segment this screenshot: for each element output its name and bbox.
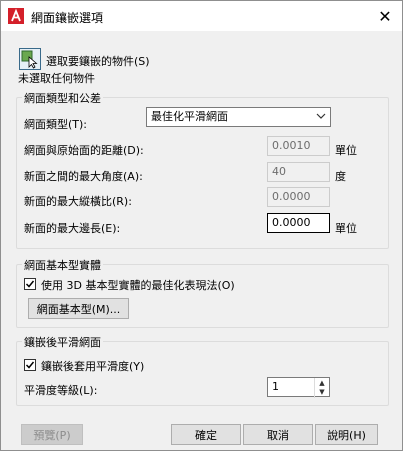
- mesh-type-group-title: 網面類型和公差: [22, 90, 103, 106]
- angle-label: 新面之間的最大角度(A):: [24, 170, 143, 183]
- select-objects-label[interactable]: 選取要鑲嵌的物件(S): [46, 53, 150, 69]
- select-objects-button[interactable]: [19, 48, 41, 70]
- mesh-tessellation-dialog: 網面鑲嵌選項 ✕ 選取要鑲嵌的物件(S) 未選取任何物件 網面類型和公差 網面類…: [0, 0, 403, 451]
- close-button[interactable]: ✕: [368, 1, 402, 31]
- checkmark-icon: [25, 361, 35, 369]
- smooth-level-value: 1: [272, 380, 279, 393]
- chevron-down-icon: [316, 109, 326, 127]
- mesh-type-value: 最佳化平滑網面: [151, 110, 228, 123]
- window-title: 網面鑲嵌選項: [31, 11, 104, 25]
- smooth-level-label: 平滑度等級(L):: [24, 384, 98, 397]
- mesh-type-select[interactable]: 最佳化平滑網面: [146, 107, 331, 127]
- title-bar: 網面鑲嵌選項 ✕: [1, 1, 402, 31]
- distance-field[interactable]: 0.0010: [267, 136, 330, 156]
- selection-status-text: 未選取任何物件: [18, 72, 95, 85]
- distance-label: 網面與原始面的距離(D):: [24, 144, 144, 157]
- checkmark-icon: [25, 280, 35, 288]
- mesh-primitive-button[interactable]: 網面基本型(M)...: [28, 298, 129, 319]
- spin-down-icon[interactable]: ▼: [315, 387, 329, 396]
- cancel-button[interactable]: 取消: [243, 424, 313, 445]
- mesh-primitive-group-title: 網面基本型實體: [22, 257, 103, 273]
- aspect-ratio-field[interactable]: 0.0000: [267, 187, 330, 207]
- use-optimized-checkbox[interactable]: [24, 278, 36, 290]
- smooth-level-spinner[interactable]: ▲ ▼: [314, 378, 329, 398]
- edge-length-unit: 單位: [335, 222, 357, 235]
- preview-button[interactable]: 預覽(P): [21, 424, 83, 445]
- ok-button[interactable]: 確定: [171, 424, 241, 445]
- use-optimized-label[interactable]: 使用 3D 基本型實體的最佳化表現法(O): [41, 277, 235, 293]
- smooth-mesh-group-title: 鑲嵌後平滑網面: [22, 334, 103, 350]
- angle-unit: 度: [335, 170, 346, 183]
- close-icon: ✕: [378, 6, 392, 26]
- apply-smooth-checkbox[interactable]: [24, 359, 36, 371]
- distance-unit: 單位: [335, 144, 357, 157]
- edge-length-label: 新面的最大邊長(E):: [24, 222, 121, 235]
- smooth-level-stepper[interactable]: 1 ▲ ▼: [267, 377, 330, 398]
- edge-length-field[interactable]: 0.0000: [267, 213, 330, 233]
- select-cursor-icon: [21, 50, 38, 69]
- apply-smooth-label[interactable]: 鑲嵌後套用平滑度(Y): [41, 358, 144, 374]
- mesh-type-label: 網面類型(T):: [24, 118, 88, 131]
- autocad-logo-icon: [8, 8, 24, 24]
- angle-field[interactable]: 40: [267, 162, 330, 182]
- help-button[interactable]: 說明(H): [315, 424, 378, 445]
- aspect-ratio-label: 新面的最大縱橫比(R):: [24, 195, 132, 208]
